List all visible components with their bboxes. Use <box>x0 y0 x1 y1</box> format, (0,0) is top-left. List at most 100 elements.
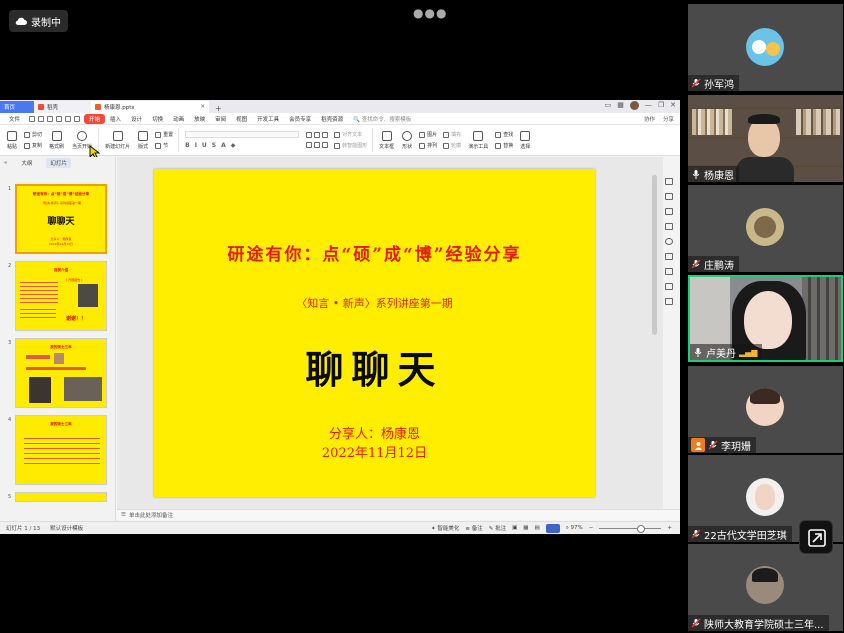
tab-home[interactable]: 首页 <box>0 101 34 113</box>
smartart-button[interactable]: 转智能图形 <box>334 142 367 149</box>
slide-thumbnail-3[interactable]: 我的硕士三年 <box>15 338 107 408</box>
layout-icon[interactable]: ▭ <box>605 101 612 110</box>
menu-home[interactable]: 开始 <box>84 113 106 124</box>
participant-tile-active-speaker[interactable]: 卢美丹 ▂▄▆ <box>688 275 843 362</box>
menu-docer-resources[interactable]: 稻壳资源 <box>316 115 348 123</box>
slide-thumbnail-4[interactable]: 我的硕士三年 <box>15 415 107 485</box>
current-slide[interactable]: 研途有你：点“硕”成“博”经验分享 〈知言 • 新声〉系列讲座第一期 聊聊天 分… <box>154 169 595 497</box>
font-color-icon[interactable]: A <box>221 142 226 149</box>
close-window-icon[interactable]: ✕ <box>670 101 676 110</box>
slide-thumbnail-2[interactable]: 自我介绍 [ 开题报告 ] 谢谢！！ <box>15 261 107 331</box>
section-button[interactable]: 节 <box>155 142 173 149</box>
collab-button[interactable]: 协作 <box>644 115 655 123</box>
vertical-scrollbar[interactable] <box>652 175 657 335</box>
align-text-button[interactable]: 对齐文本 <box>334 131 367 138</box>
tab-docer[interactable]: 稻壳 <box>34 101 91 113</box>
minimize-icon[interactable]: — <box>645 101 652 110</box>
redo-icon[interactable] <box>74 115 81 122</box>
location-icon[interactable] <box>665 283 673 290</box>
arrange-button[interactable]: 排列 <box>419 142 437 149</box>
help-icon[interactable] <box>665 238 673 245</box>
zoom-slider[interactable] <box>599 524 662 533</box>
participant-tile[interactable]: 孙军鸿 <box>688 4 843 91</box>
tab-document[interactable]: 杨康恩.pptx ✕ <box>91 101 209 113</box>
slideshow-play-button[interactable] <box>545 523 560 533</box>
new-slide-button[interactable]: 新建幻灯片 <box>101 125 134 155</box>
tab-slides[interactable]: 幻灯片 <box>46 158 71 168</box>
cut-button[interactable]: 剪切 <box>24 131 42 138</box>
reset-button[interactable]: 重置 <box>155 131 173 138</box>
paste-button[interactable]: 粘贴 <box>3 125 21 155</box>
animation-icon[interactable] <box>665 193 673 200</box>
shape-button[interactable]: 形状 <box>398 125 416 155</box>
smart-beautify-button[interactable]: ✦ 智能美化 <box>431 524 459 532</box>
fill-button[interactable]: 填充 <box>443 131 461 138</box>
picture-button[interactable]: 图片 <box>419 131 437 138</box>
recording-indicator[interactable]: 录制中 <box>9 10 68 32</box>
comments-button[interactable]: ✎ 批注 <box>489 524 506 532</box>
strike-icon[interactable]: S <box>212 142 216 149</box>
menu-view[interactable]: 视图 <box>231 115 252 123</box>
user-avatar[interactable] <box>629 101 639 110</box>
zoom-in-icon[interactable]: + <box>667 525 672 531</box>
highlight-icon[interactable]: ◆ <box>231 142 236 149</box>
format-painter-button[interactable]: 格式刷 <box>45 125 68 155</box>
share-button[interactable]: 分享 <box>663 115 674 123</box>
list-icons[interactable] <box>306 132 329 138</box>
menu-insert[interactable]: 插入 <box>105 115 126 123</box>
normal-view-icon[interactable]: ▣ <box>512 525 517 531</box>
find-button[interactable]: 查找 <box>495 131 513 138</box>
menu-animations[interactable]: 动画 <box>168 115 189 123</box>
participant-tile[interactable]: 陕师大教育学院硕士三年... <box>688 544 843 631</box>
participant-tile[interactable]: 杨康恩 <box>688 95 843 182</box>
menu-design[interactable]: 设计 <box>126 115 147 123</box>
layout-button[interactable]: 版式 <box>134 125 152 155</box>
undo-icon[interactable] <box>65 115 72 122</box>
menu-developer[interactable]: 开发工具 <box>252 115 284 123</box>
participant-tile[interactable]: 庄鹏涛 <box>688 185 843 272</box>
align-icons[interactable] <box>306 142 329 148</box>
restore-icon[interactable]: ❐ <box>658 101 664 110</box>
select-button[interactable]: 选择 <box>516 125 534 155</box>
italic-icon[interactable]: I <box>195 142 197 149</box>
replace-button[interactable]: 替换 <box>495 142 513 149</box>
share-screen-control[interactable] <box>799 520 833 554</box>
save-icon[interactable] <box>29 115 36 122</box>
font-family-select[interactable] <box>185 131 300 138</box>
menu-transitions[interactable]: 切换 <box>147 115 168 123</box>
print-icon[interactable] <box>47 115 54 122</box>
collapse-panel-icon[interactable]: « <box>4 160 7 166</box>
participant-tile[interactable]: 李玥姗 <box>688 366 843 453</box>
menu-file[interactable]: 文件 <box>4 115 25 123</box>
style-icon[interactable] <box>665 178 673 185</box>
preview-icon[interactable] <box>56 115 63 122</box>
slide-thumbnail-1[interactable]: 研途有你：点“硕”成“博”经验分享 《知言·新声》系列讲座第一期 聊聊天 分享人… <box>15 184 107 254</box>
close-tab-icon[interactable]: ✕ <box>200 104 205 110</box>
properties-icon[interactable] <box>665 223 673 230</box>
notes-toggle-button[interactable]: ≡ 备注 <box>465 524 482 532</box>
zoom-dropdown[interactable]: ⌕ 97% <box>566 525 583 532</box>
slide-thumbnail-5[interactable] <box>15 492 107 502</box>
more-options-icon[interactable]: ●●● <box>413 6 447 20</box>
zoom-out-icon[interactable]: − <box>589 525 594 531</box>
textbox-button[interactable]: 文本框 <box>375 125 398 155</box>
presenter-tools-button[interactable]: 演示工具 <box>464 125 492 155</box>
menu-member[interactable]: 会员专享 <box>284 115 316 123</box>
new-tab-button[interactable]: + <box>209 104 228 113</box>
book-icon[interactable] <box>665 298 673 305</box>
reading-view-icon[interactable]: ▤ <box>535 525 540 531</box>
bold-icon[interactable]: B <box>185 142 190 149</box>
grid-icon[interactable]: ▦ <box>617 101 624 110</box>
tab-outline[interactable]: 大纲 <box>21 159 32 167</box>
pin-icon[interactable] <box>665 208 673 215</box>
notes-area[interactable]: ☰ 单击此处添加备注 <box>117 509 680 520</box>
smart-icon[interactable] <box>665 268 673 275</box>
shapes-icon[interactable] <box>665 253 673 260</box>
export-icon[interactable] <box>38 115 45 122</box>
copy-button[interactable]: 复制 <box>24 142 42 149</box>
outline-button[interactable]: 轮廓 <box>443 142 461 149</box>
menu-review[interactable]: 审阅 <box>210 115 231 123</box>
search-commands[interactable]: 🔍 查找命令、搜索模板 <box>348 115 416 123</box>
sorter-view-icon[interactable]: ▦ <box>523 525 528 531</box>
menu-slideshow[interactable]: 放映 <box>189 115 210 123</box>
